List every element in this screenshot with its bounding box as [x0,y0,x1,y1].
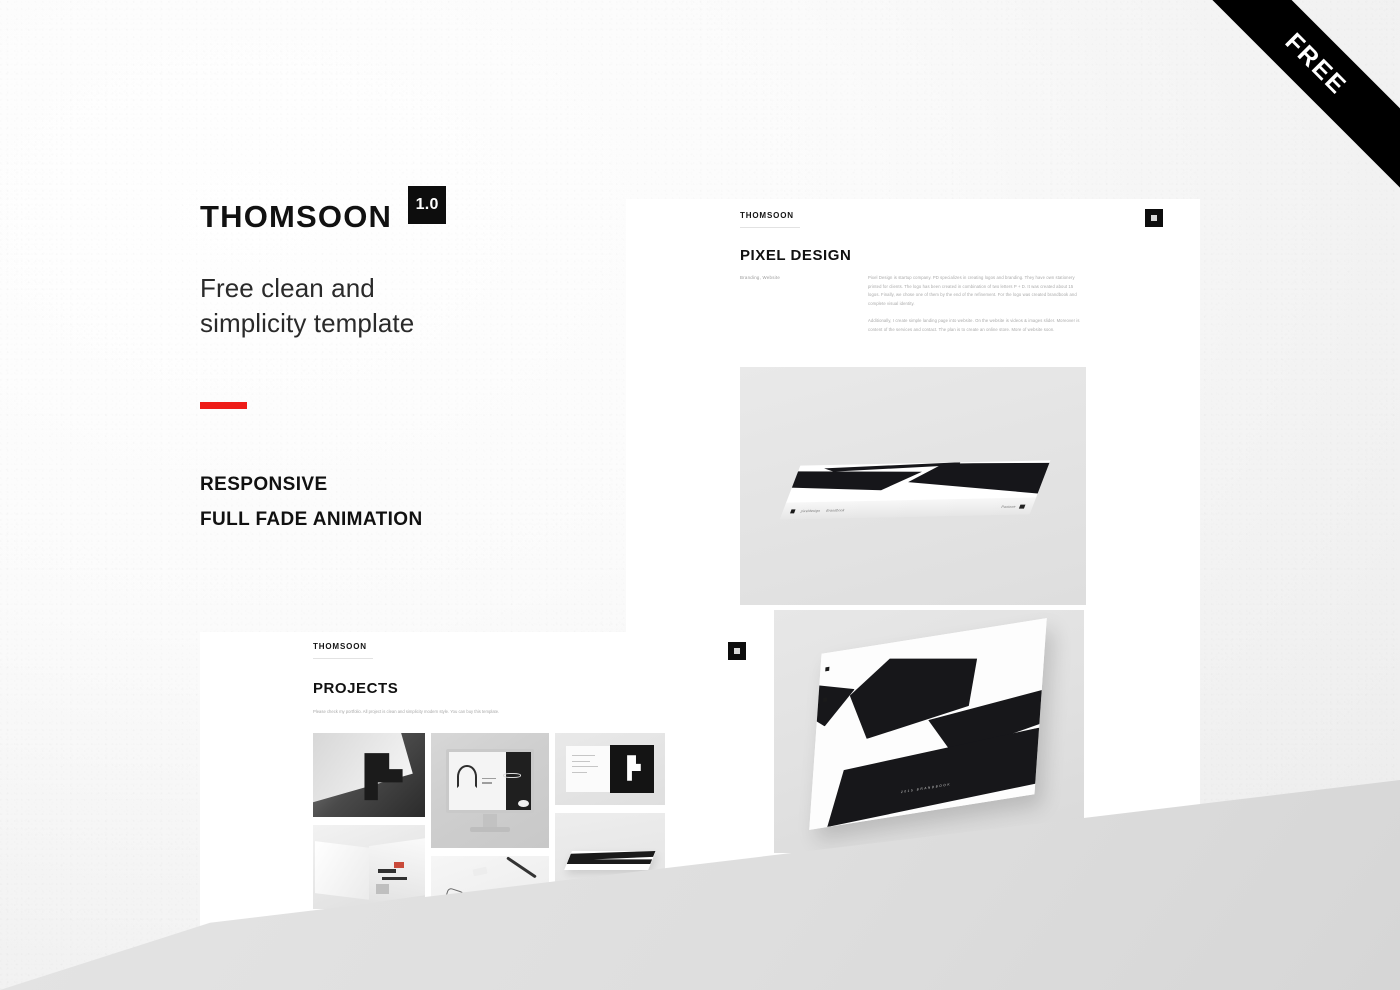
site-logo[interactable]: THOMSOON [313,642,373,651]
thumb-detail [375,883,390,894]
project-description: Pixel Design is startup company. PD spec… [868,274,1084,335]
logo-underline [740,227,800,228]
thumb-page-left [566,745,610,793]
eraser-object [472,866,489,876]
glasses-icon [502,773,521,779]
angled-book-cover-art: 2015 BRANDBOOK [809,618,1047,830]
thumb-cover-art [567,851,656,864]
thumb-page-right [610,744,654,794]
brand-row: THOMSOON 1.0 [200,186,580,232]
feature-list: RESPONSIVE FULL FADE ANIMATION [200,467,580,537]
spine-right-group: Pantone [1000,504,1026,509]
description-paragraph-2: Additionally, I create simple landing pa… [868,318,1080,333]
project-tags: Branding, Website [740,275,781,280]
thumb-paper [313,733,413,804]
monitor-foot [469,827,511,832]
thumb-book-object [564,851,656,871]
angled-book-object: 2015 BRANDBOOK [809,618,1047,830]
thumb-detail [382,877,408,881]
feature-item-responsive: RESPONSIVE [200,474,328,496]
screen-text-line [481,777,497,780]
spine-brand-label: pixeldesign [800,508,822,513]
open-book-logo-thumb[interactable] [555,733,665,805]
magazine-spread-thumb[interactable] [313,825,425,909]
spine-logo-mark [825,666,830,672]
menu-icon-inner-square [1151,215,1157,221]
presentation-canvas: THOMSOON 1.0 Free clean and simplicity t… [0,0,1400,990]
thumb-text-line [572,760,590,762]
thumb-detail [377,868,396,873]
thumb-logo-glyph [627,755,641,781]
brandbook-flat-mockup: pixeldesign Brandbook Pantone [740,367,1086,605]
square-menu-icon[interactable] [1145,209,1163,227]
free-ribbon-label: FREE [1280,27,1353,100]
logo-underline [313,658,373,659]
logo-3d-emboss-thumb[interactable] [313,733,425,817]
brandbook-angled-mockup: 2015 BRANDBOOK [774,610,1084,853]
cover-shard [786,468,924,492]
hero-block: THOMSOON 1.0 Free clean and simplicity t… [200,186,580,537]
projects-title: PROJECTS [313,680,399,697]
page-title: THOMSOON [200,199,393,234]
tagline-line-1: Free clean and [200,273,375,303]
thumb-text-line [572,766,598,768]
cover-shard [809,676,855,730]
projects-subtitle-text: Please check my portfolio. All project i… [313,709,500,714]
feature-item-animation: FULL FADE ANIMATION [200,509,423,531]
pixel-page-header: THOMSOON [740,211,800,228]
screen-text-line [481,782,492,784]
mouse-object [518,799,529,807]
cover-shard [827,727,1043,827]
thumb-text-line [572,755,596,757]
menu-icon-inner-square [734,648,740,654]
projects-subtitle: Please check my portfolio. All project i… [313,708,503,716]
spine-logo-mark [823,697,828,703]
thumb-detail [393,861,404,868]
tagline-line-2: simplicity template [200,307,415,338]
spine-logo-mark [790,508,796,513]
projects-page-header: THOMSOON [313,642,373,659]
thumb-text-line [572,771,588,773]
project-title: PIXEL DESIGN [740,247,852,264]
accent-divider [200,402,247,410]
flat-book-object: pixeldesign Brandbook Pantone [779,460,1051,520]
description-paragraph-1: Pixel Design is startup company. PD spec… [868,275,1077,306]
version-badge: 1.0 [408,186,447,224]
headphones-icon [457,764,477,789]
spine-color-chip [1019,504,1026,509]
square-menu-icon[interactable] [728,642,746,660]
spine-title-label: Brandbook [825,507,846,513]
site-logo[interactable]: THOMSOON [740,211,800,220]
tagline: Free clean and simplicity template [200,271,580,340]
spine-right-label: Pantone [1000,504,1017,509]
monitor-stand [482,813,498,829]
pen-object [506,856,538,879]
imac-website-thumb[interactable] [431,733,549,848]
free-ribbon: FREE [1190,0,1400,190]
